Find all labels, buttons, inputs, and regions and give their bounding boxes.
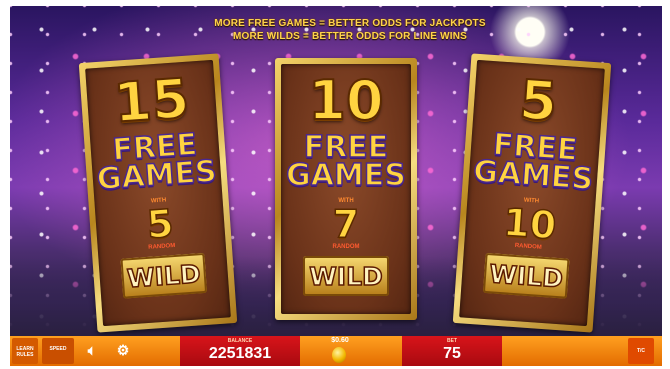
terms-button[interactable]: T/C — [628, 338, 654, 364]
coin-value: $0.60 — [331, 337, 349, 344]
sound-button[interactable]: 🔈︎ — [80, 338, 104, 364]
option-card-15-games[interactable]: 15 FREE GAMES WITH 5 RANDOM WILD — [78, 53, 238, 333]
free-games-count: 15 — [111, 66, 192, 136]
speaker-icon: 🔈︎ — [87, 342, 97, 358]
free-games-count: 5 — [517, 67, 561, 134]
wild-count: 7 — [332, 202, 360, 246]
bottom-control-bar: LEARN RULES SPEED 🔈︎ ⚙ BALANCE 2251831 $… — [10, 336, 662, 366]
learn-rules-button[interactable]: LEARN RULES — [12, 338, 38, 364]
speed-button[interactable]: SPEED — [42, 338, 74, 364]
game-window: MORE FREE GAMES = BETTER ODDS FOR JACKPO… — [0, 0, 670, 369]
banner-line-wilds: MORE WILDS = BETTER ODDS FOR LINE WINS — [233, 31, 467, 42]
wild-text: WILD — [125, 258, 202, 294]
free-games-label: FREE GAMES — [90, 126, 222, 198]
games-text: GAMES — [95, 153, 218, 198]
bet-value: 75 — [443, 345, 461, 362]
card-face: 5 FREE GAMES WITH 10 RANDOM WILD — [459, 59, 605, 327]
wild-text: WILD — [488, 258, 565, 294]
wild-text: WILD — [308, 261, 383, 292]
games-text: GAMES — [285, 158, 406, 193]
card-face: 10 FREE GAMES WITH 7 RANDOM WILD — [281, 64, 411, 314]
gamble-icon: ⚙ — [116, 342, 130, 358]
gamble-button[interactable]: ⚙ — [110, 338, 136, 364]
wild-plaque: WILD — [120, 252, 208, 299]
bet-label: BET — [447, 338, 457, 344]
wild-plaque: WILD — [303, 256, 389, 296]
card-face: 15 FREE GAMES WITH 5 RANDOM WILD — [85, 59, 231, 327]
banner-line-jackpots: MORE FREE GAMES = BETTER ODDS FOR JACKPO… — [214, 18, 486, 29]
option-card-5-games[interactable]: 5 FREE GAMES WITH 10 RANDOM WILD — [452, 53, 612, 333]
wild-plaque: WILD — [482, 252, 570, 299]
free-games-count: 10 — [307, 69, 384, 132]
free-games-label: FREE GAMES — [468, 126, 600, 198]
random-label: RANDOM — [332, 244, 360, 250]
balance-label: BALANCE — [227, 338, 253, 344]
game-background: MORE FREE GAMES = BETTER ODDS FOR JACKPO… — [10, 6, 662, 336]
balance-panel: BALANCE 2251831 — [180, 336, 300, 366]
coin-icon[interactable] — [332, 347, 346, 363]
bet-panel[interactable]: BET 75 — [402, 336, 502, 366]
option-card-10-games[interactable]: 10 FREE GAMES WITH 7 RANDOM WILD — [275, 58, 417, 320]
free-games-label: FREE GAMES — [281, 132, 411, 193]
balance-value: 2251831 — [208, 345, 272, 362]
games-text: GAMES — [471, 153, 595, 198]
